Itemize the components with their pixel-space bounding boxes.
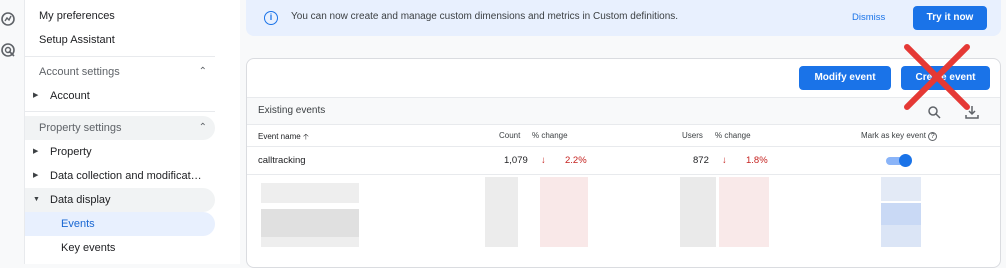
info-icon: i bbox=[264, 11, 278, 25]
column-users-change[interactable]: % change bbox=[715, 131, 751, 140]
account-settings-label: Account settings bbox=[39, 66, 120, 78]
product-rail bbox=[0, 0, 24, 264]
redacted-cell bbox=[881, 177, 921, 201]
info-banner: i You can now create and manage custom d… bbox=[246, 0, 1001, 36]
key-event-toggle-knob[interactable] bbox=[899, 154, 912, 167]
count-change-value: 2.2% bbox=[565, 155, 587, 166]
caret-right-icon: ▶ bbox=[33, 148, 39, 155]
nav-section-property-settings[interactable]: Property settings ⌃ bbox=[25, 116, 215, 140]
chevron-up-icon: ⌃ bbox=[198, 66, 207, 77]
count-value: 1,079 bbox=[504, 155, 528, 166]
chevron-up-icon: ⌃ bbox=[198, 122, 207, 133]
redacted-cell bbox=[881, 203, 921, 225]
nav-my-preferences[interactable]: My preferences bbox=[25, 4, 215, 28]
help-icon[interactable]: ? bbox=[928, 132, 938, 141]
users-value: 872 bbox=[693, 155, 709, 166]
nav-section-account-settings[interactable]: Account settings ⌃ bbox=[25, 60, 215, 84]
nav-item-label: Property bbox=[50, 146, 92, 158]
redacted-cell bbox=[540, 177, 588, 247]
nav-item-data-collection[interactable]: ▶ Data collection and modificat… bbox=[25, 164, 215, 188]
banner-message: You can now create and manage custom dim… bbox=[291, 11, 679, 22]
column-label: Mark as key event bbox=[861, 131, 926, 140]
nav-item-label: Data display bbox=[50, 194, 111, 206]
nav-setup-assistant[interactable]: Setup Assistant bbox=[25, 28, 215, 52]
nav-item-key-events[interactable]: Key events bbox=[25, 236, 215, 260]
nav-divider bbox=[25, 56, 215, 57]
arrow-down-icon: ↓ bbox=[541, 155, 546, 166]
admin-nav: My preferences Setup Assistant Account s… bbox=[24, 0, 240, 264]
analytics-icon[interactable] bbox=[0, 11, 16, 27]
try-it-now-button[interactable]: Try it now bbox=[913, 6, 987, 30]
column-users[interactable]: Users bbox=[682, 131, 703, 140]
red-x-annotation bbox=[904, 44, 970, 110]
events-card: Modify event Create event Existing event… bbox=[246, 58, 1001, 268]
redacted-cell bbox=[261, 183, 359, 203]
table-header: Event name 🡡 Count % change Users % chan… bbox=[247, 125, 1000, 147]
users-change-value: 1.8% bbox=[746, 155, 768, 166]
nav-item-label: Account bbox=[50, 90, 90, 102]
modify-event-button[interactable]: Modify event bbox=[799, 66, 891, 90]
event-name-link[interactable]: calltracking bbox=[258, 155, 306, 166]
dismiss-button[interactable]: Dismiss bbox=[852, 12, 885, 23]
column-key-event: Mark as key event ? bbox=[861, 131, 938, 141]
table-title: Existing events bbox=[258, 105, 326, 116]
sort-arrow-up-icon: 🡡 bbox=[302, 132, 309, 141]
caret-down-icon: ▼ bbox=[33, 196, 40, 203]
column-count[interactable]: Count bbox=[499, 131, 520, 140]
table-row[interactable]: calltracking 1,079 ↓ 2.2% 872 ↓ 1.8% bbox=[247, 147, 1000, 175]
nav-item-label: Data collection and modificat… bbox=[50, 170, 202, 182]
property-settings-label: Property settings bbox=[39, 122, 122, 134]
nav-item-data-display[interactable]: ▼ Data display bbox=[25, 188, 215, 212]
redacted-cell bbox=[680, 177, 716, 247]
redacted-cell bbox=[719, 177, 769, 247]
ads-target-icon[interactable] bbox=[0, 42, 16, 58]
table-toolbar: Existing events bbox=[247, 97, 1000, 125]
redacted-cell bbox=[261, 237, 359, 247]
redacted-cell bbox=[881, 225, 921, 247]
arrow-down-icon: ↓ bbox=[722, 155, 727, 166]
redacted-cell bbox=[261, 209, 359, 237]
column-label: Event name bbox=[258, 132, 301, 141]
column-count-change[interactable]: % change bbox=[532, 131, 568, 140]
nav-item-events[interactable]: Events bbox=[25, 212, 215, 236]
nav-item-account[interactable]: ▶ Account bbox=[25, 84, 215, 108]
column-event-name[interactable]: Event name 🡡 bbox=[258, 131, 309, 145]
nav-item-property[interactable]: ▶ Property bbox=[25, 140, 215, 164]
main-content: i You can now create and manage custom d… bbox=[240, 0, 1006, 268]
caret-right-icon: ▶ bbox=[33, 172, 39, 179]
caret-right-icon: ▶ bbox=[33, 92, 39, 99]
redacted-cell bbox=[485, 177, 518, 247]
nav-divider bbox=[25, 111, 215, 112]
